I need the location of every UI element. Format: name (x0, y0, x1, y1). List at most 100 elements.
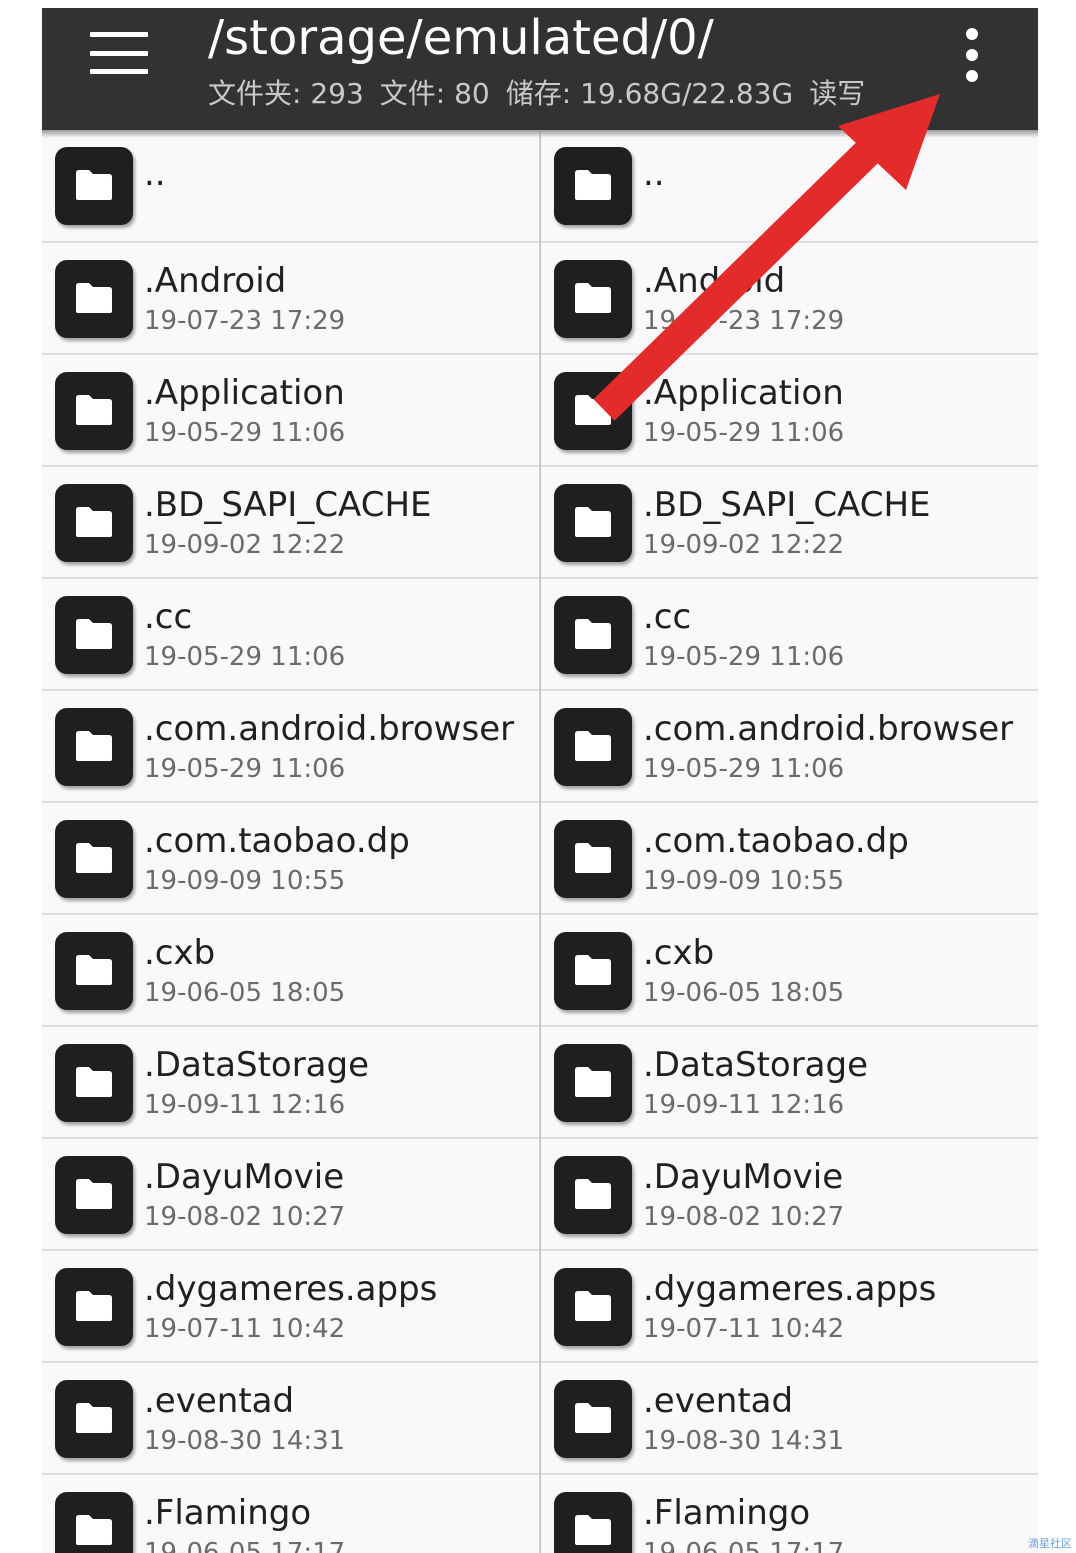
folder-modified-date: 19-06-05 18:05 (144, 978, 346, 1008)
folder-modified-date: 19-06-05 17:17 (144, 1538, 346, 1553)
folder-list-item[interactable]: .DataStorage 19-09-11 12:16 (42, 1027, 539, 1139)
folder-list-item[interactable]: .com.taobao.dp 19-09-09 10:55 (541, 803, 1038, 915)
folder-name: .DataStorage (643, 1045, 869, 1085)
folder-list-item[interactable]: .dygameres.apps 19-07-11 10:42 (541, 1251, 1038, 1363)
folder-modified-date: 19-09-11 12:16 (643, 1090, 845, 1120)
folder-name: .Application (144, 373, 345, 413)
folder-modified-date: 19-07-11 10:42 (643, 1314, 845, 1344)
watermark: 滴星社区 (1028, 1537, 1072, 1550)
hamburger-menu-icon[interactable] (90, 32, 148, 74)
folder-name: .com.taobao.dp (144, 821, 410, 861)
parent-directory-item[interactable]: .. (541, 130, 1038, 243)
parent-directory-item[interactable]: .. (42, 130, 539, 243)
folder-list-item[interactable]: .Android 19-07-23 17:29 (42, 243, 539, 355)
folder-name: .com.android.browser (144, 709, 515, 749)
folder-icon (554, 1044, 632, 1122)
folder-modified-date: 19-09-09 10:55 (643, 866, 845, 896)
folder-list-item[interactable]: .DayuMovie 19-08-02 10:27 (42, 1139, 539, 1251)
folder-list-item[interactable]: .BD_SAPI_CACHE 19-09-02 12:22 (541, 467, 1038, 579)
toolbar-shadow (42, 130, 1038, 138)
folder-list-item[interactable]: .com.taobao.dp 19-09-09 10:55 (42, 803, 539, 915)
folder-modified-date: 19-05-29 11:06 (643, 754, 845, 784)
folder-name: .Flamingo (643, 1493, 811, 1533)
folder-modified-date: 19-09-02 12:22 (144, 530, 346, 560)
folder-list-item[interactable]: .dygameres.apps 19-07-11 10:42 (42, 1251, 539, 1363)
folder-icon (55, 1156, 133, 1234)
left-file-pane: .. .Android 19-07-23 17:29 .Application 19-0… (42, 130, 539, 1553)
folder-name: .cxb (144, 933, 216, 973)
folder-modified-date: 19-05-29 11:06 (643, 418, 845, 448)
folder-list-item[interactable]: .cc 19-05-29 11:06 (42, 579, 539, 691)
folder-list-item[interactable]: .eventad 19-08-30 14:31 (42, 1363, 539, 1475)
folder-icon (55, 932, 133, 1010)
folder-list-item[interactable]: .Application 19-05-29 11:06 (42, 355, 539, 467)
folder-name: .Flamingo (144, 1493, 312, 1533)
folder-icon (55, 484, 133, 562)
folder-list-item[interactable]: .cc 19-05-29 11:06 (541, 579, 1038, 691)
folder-icon (55, 1380, 133, 1458)
storage-stats: 文件夹: 293 文件: 80 储存: 19.68G/22.83G 读写 (208, 74, 865, 114)
folder-icon (554, 260, 632, 338)
folder-icon (554, 1380, 632, 1458)
folder-name: .eventad (144, 1381, 295, 1421)
folder-list-item[interactable]: .com.android.browser 19-05-29 11:06 (42, 691, 539, 803)
folder-name: .BD_SAPI_CACHE (643, 485, 931, 525)
folder-name: .DayuMovie (643, 1157, 844, 1197)
folder-name: .BD_SAPI_CACHE (144, 485, 432, 525)
folder-icon (554, 1492, 632, 1553)
folder-icon (554, 1268, 632, 1346)
folder-modified-date: 19-05-29 11:06 (144, 642, 346, 672)
folder-modified-date: 19-06-05 17:17 (643, 1538, 845, 1553)
folder-list-item[interactable]: .DataStorage 19-09-11 12:16 (541, 1027, 1038, 1139)
access-mode: 读写 (809, 77, 866, 110)
folder-name: .eventad (643, 1381, 794, 1421)
folder-name: .Android (144, 261, 287, 301)
folder-list-item[interactable]: .com.android.browser 19-05-29 11:06 (541, 691, 1038, 803)
folder-icon (554, 1156, 632, 1234)
right-file-pane: .. .Android 19-07-23 17:29 .Application 19-0… (541, 130, 1038, 1553)
folder-icon (55, 596, 133, 674)
folder-name: .dygameres.apps (643, 1269, 937, 1309)
folder-modified-date: 19-05-29 11:06 (643, 642, 845, 672)
folder-icon (55, 1044, 133, 1122)
folder-modified-date: 19-05-29 11:06 (144, 418, 346, 448)
folder-modified-date: 19-06-05 18:05 (643, 978, 845, 1008)
folder-list-item[interactable]: .DayuMovie 19-08-02 10:27 (541, 1139, 1038, 1251)
folder-modified-date: 19-07-23 17:29 (144, 306, 346, 336)
folder-modified-date: 19-07-11 10:42 (144, 1314, 346, 1344)
folder-icon (554, 932, 632, 1010)
folder-list-item[interactable]: .cxb 19-06-05 18:05 (541, 915, 1038, 1027)
folder-name: .Android (643, 261, 786, 301)
folder-modified-date: 19-08-30 14:31 (144, 1426, 346, 1456)
folder-modified-date: 19-08-02 10:27 (643, 1202, 845, 1232)
folder-icon (55, 260, 133, 338)
folder-name: .cc (144, 597, 193, 637)
folder-modified-date: 19-08-30 14:31 (643, 1426, 845, 1456)
folder-list-item[interactable]: .cxb 19-06-05 18:05 (42, 915, 539, 1027)
folder-list-item[interactable]: .eventad 19-08-30 14:31 (541, 1363, 1038, 1475)
folder-icon (554, 484, 632, 562)
folder-list-item[interactable]: .Flamingo 19-06-05 17:17 (541, 1475, 1038, 1553)
folder-name: .com.taobao.dp (643, 821, 909, 861)
file-count: 文件: 80 (379, 77, 490, 110)
folder-name: .DayuMovie (144, 1157, 345, 1197)
folder-icon (55, 147, 133, 225)
folder-name: .com.android.browser (643, 709, 1014, 749)
folder-list-item[interactable]: .Flamingo 19-06-05 17:17 (42, 1475, 539, 1553)
folder-icon (554, 820, 632, 898)
folder-list-item[interactable]: .BD_SAPI_CACHE 19-09-02 12:22 (42, 467, 539, 579)
folder-count: 文件夹: 293 (208, 77, 364, 110)
folder-icon (55, 372, 133, 450)
folder-modified-date: 19-09-11 12:16 (144, 1090, 346, 1120)
folder-icon (55, 1492, 133, 1553)
folder-list-item[interactable]: .Android 19-07-23 17:29 (541, 243, 1038, 355)
folder-name: .. (643, 154, 665, 194)
folder-name: .cc (643, 597, 692, 637)
more-vertical-icon[interactable] (952, 28, 992, 82)
folder-modified-date: 19-09-02 12:22 (643, 530, 845, 560)
folder-list-item[interactable]: .Application 19-05-29 11:06 (541, 355, 1038, 467)
folder-icon (554, 596, 632, 674)
folder-icon (554, 372, 632, 450)
folder-name: .. (144, 154, 166, 194)
folder-modified-date: 19-08-02 10:27 (144, 1202, 346, 1232)
